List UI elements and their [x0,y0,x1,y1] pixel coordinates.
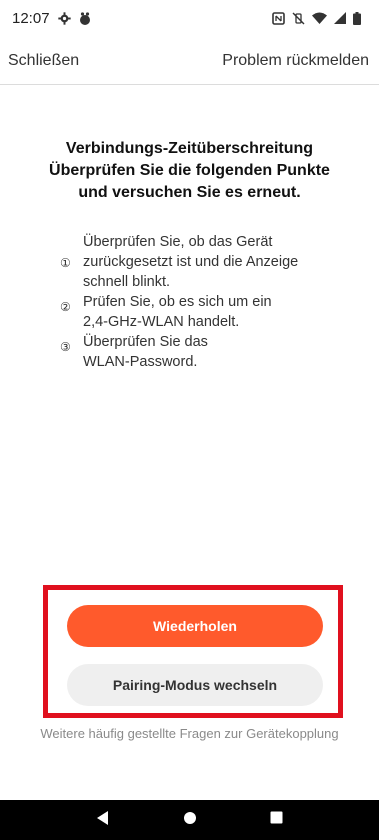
back-icon[interactable] [96,810,110,830]
home-icon[interactable] [183,811,197,830]
check-number: ① [60,256,71,270]
check-item-1: ① Überprüfen Sie, ob das Gerät zurückges… [60,232,340,292]
title-line-2: Überprüfen Sie die folgenden Punkte [49,162,330,179]
check-text-line: zurückgesetzt ist und die Anzeige [83,254,299,270]
wifi-icon [312,12,327,24]
retry-button[interactable]: Wiederholen [67,605,323,647]
title-line-1: Verbindungs-Zeitüberschreitung [65,140,314,157]
check-number: ② [60,300,71,314]
switch-pairing-mode-button[interactable]: Pairing-Modus wechseln [67,664,323,706]
no-vibrate-icon [292,12,305,25]
nfc-icon [272,11,285,25]
notification-icon [79,11,91,25]
status-time: 12:07 [12,9,50,27]
close-button[interactable]: Schließen [8,52,79,70]
system-nav-bar [0,800,379,840]
nav-divider [0,84,379,85]
report-problem-button[interactable]: Problem rückmelden [222,52,369,70]
battery-icon [353,11,361,25]
check-item-3: ③ Überprüfen Sie das WLAN-Password. [60,332,340,372]
faq-link[interactable]: Weitere häufig gestellte Fragen zur Gerä… [0,726,379,741]
title-line-3: und versuchen Sie es erneut. [78,184,301,201]
check-text-line: 2,4-GHz-WLAN handelt. [83,314,240,330]
page-title: Verbindungs-Zeitüberschreitung Überprüfe… [20,138,359,204]
check-text-line: Überprüfen Sie, ob das Gerät [83,234,273,250]
top-nav: Schließen Problem rückmelden [0,48,379,74]
status-left: 12:07 [12,10,91,27]
check-text-line: Überprüfen Sie das [83,334,208,350]
check-text-line: Prüfen Sie, ob es sich um ein [83,294,272,310]
check-text-line: schnell blinkt. [83,274,171,290]
signal-icon [334,12,346,24]
checklist: ① Überprüfen Sie, ob das Gerät zurückges… [60,232,340,372]
status-right [272,11,361,25]
status-bar: 12:07 [0,0,379,36]
settings-icon [57,11,71,25]
check-item-2: ② Prüfen Sie, ob es sich um ein 2,4-GHz-… [60,292,340,332]
check-number: ③ [60,340,71,354]
check-text-line: WLAN-Password. [83,354,198,370]
recents-icon[interactable] [270,811,283,829]
